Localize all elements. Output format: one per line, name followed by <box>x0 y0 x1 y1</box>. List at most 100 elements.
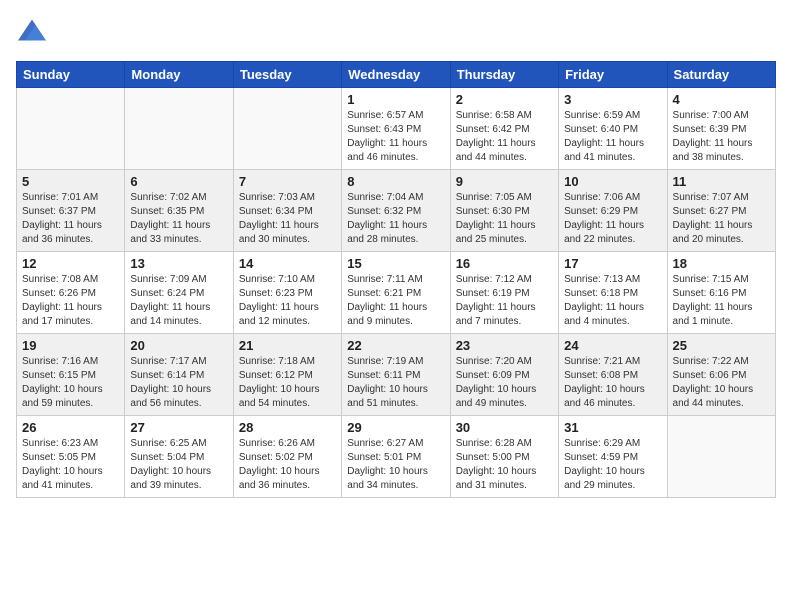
calendar-week-row: 1 Sunrise: 6:57 AM Sunset: 6:43 PM Daylig… <box>17 88 776 170</box>
calendar-cell: 27Sunrise: 6:25 AM Sunset: 5:04 PM Dayli… <box>125 416 233 498</box>
day-info: Sunrise: 7:05 AM Sunset: 6:30 PM Dayligh… <box>456 191 553 247</box>
day-info: Sunrise: 6:29 AM Sunset: 4:59 PM Dayligh… <box>564 437 661 493</box>
calendar-cell: 26Sunrise: 6:23 AM Sunset: 5:05 PM Dayli… <box>17 416 125 498</box>
day-info: Sunrise: 6:28 AM Sunset: 5:00 PM Dayligh… <box>456 437 553 493</box>
calendar-cell: 22Sunrise: 7:19 AM Sunset: 6:11 PM Dayli… <box>342 334 450 416</box>
day-number: 8 <box>347 174 444 189</box>
weekday-header: Wednesday <box>342 62 450 88</box>
calendar-cell: 17 Sunrise: 7:13 AM Sunset: 6:18 PM Dayli… <box>559 252 667 334</box>
calendar-cell: 14 Sunrise: 7:10 AM Sunset: 6:23 PM Dayli… <box>233 252 341 334</box>
day-number: 1 <box>347 92 444 107</box>
day-number: 23 <box>456 338 553 353</box>
day-number: 20 <box>130 338 227 353</box>
calendar-cell <box>233 88 341 170</box>
day-info: Sunrise: 7:11 AM Sunset: 6:21 PM Dayligh… <box>347 273 444 329</box>
day-info: Sunrise: 7:08 AM Sunset: 6:26 PM Dayligh… <box>22 273 119 329</box>
day-number: 3 <box>564 92 661 107</box>
day-number: 28 <box>239 420 336 435</box>
calendar-cell: 19 Sunrise: 7:16 AM Sunset: 6:15 PM Dayli… <box>17 334 125 416</box>
calendar-cell: 24 Sunrise: 7:21 AM Sunset: 6:08 PM Dayli… <box>559 334 667 416</box>
day-info: Sunrise: 7:15 AM Sunset: 6:16 PM Dayligh… <box>673 273 770 329</box>
weekday-header: Saturday <box>667 62 775 88</box>
day-number: 21 <box>239 338 336 353</box>
calendar-cell: 25 Sunrise: 7:22 AM Sunset: 6:06 PM Dayli… <box>667 334 775 416</box>
day-number: 22 <box>347 338 444 353</box>
day-info: Sunrise: 7:20 AM Sunset: 6:09 PM Dayligh… <box>456 355 553 411</box>
calendar-cell: 28 Sunrise: 6:26 AM Sunset: 5:02 PM Dayli… <box>233 416 341 498</box>
day-info: Sunrise: 6:26 AM Sunset: 5:02 PM Dayligh… <box>239 437 336 493</box>
header <box>16 16 776 49</box>
day-info: Sunrise: 6:23 AM Sunset: 5:05 PM Dayligh… <box>22 437 119 493</box>
calendar-cell <box>17 88 125 170</box>
calendar-cell: 5 Sunrise: 7:01 AM Sunset: 6:37 PM Daylig… <box>17 170 125 252</box>
day-info: Sunrise: 7:13 AM Sunset: 6:18 PM Dayligh… <box>564 273 661 329</box>
day-info: Sunrise: 7:00 AM Sunset: 6:39 PM Dayligh… <box>673 109 770 165</box>
calendar-cell: 12 Sunrise: 7:08 AM Sunset: 6:26 PM Dayli… <box>17 252 125 334</box>
day-number: 16 <box>456 256 553 271</box>
calendar-cell: 2 Sunrise: 6:58 AM Sunset: 6:42 PM Daylig… <box>450 88 558 170</box>
day-info: Sunrise: 6:27 AM Sunset: 5:01 PM Dayligh… <box>347 437 444 493</box>
day-number: 9 <box>456 174 553 189</box>
day-info: Sunrise: 7:06 AM Sunset: 6:29 PM Dayligh… <box>564 191 661 247</box>
calendar-week-row: 26Sunrise: 6:23 AM Sunset: 5:05 PM Dayli… <box>17 416 776 498</box>
logo <box>16 16 46 49</box>
weekday-header: Monday <box>125 62 233 88</box>
calendar-cell: 30 Sunrise: 6:28 AM Sunset: 5:00 PM Dayli… <box>450 416 558 498</box>
day-info: Sunrise: 7:10 AM Sunset: 6:23 PM Dayligh… <box>239 273 336 329</box>
day-number: 19 <box>22 338 119 353</box>
day-info: Sunrise: 7:03 AM Sunset: 6:34 PM Dayligh… <box>239 191 336 247</box>
day-number: 4 <box>673 92 770 107</box>
calendar-cell: 16Sunrise: 7:12 AM Sunset: 6:19 PM Dayli… <box>450 252 558 334</box>
calendar-cell: 13Sunrise: 7:09 AM Sunset: 6:24 PM Dayli… <box>125 252 233 334</box>
day-number: 17 <box>564 256 661 271</box>
calendar-week-row: 19 Sunrise: 7:16 AM Sunset: 6:15 PM Dayli… <box>17 334 776 416</box>
day-number: 31 <box>564 420 661 435</box>
day-number: 29 <box>347 420 444 435</box>
day-number: 14 <box>239 256 336 271</box>
day-number: 12 <box>22 256 119 271</box>
day-number: 15 <box>347 256 444 271</box>
day-number: 30 <box>456 420 553 435</box>
day-info: Sunrise: 7:02 AM Sunset: 6:35 PM Dayligh… <box>130 191 227 247</box>
calendar-cell: 23 Sunrise: 7:20 AM Sunset: 6:09 PM Dayli… <box>450 334 558 416</box>
weekday-header: Thursday <box>450 62 558 88</box>
day-number: 25 <box>673 338 770 353</box>
day-info: Sunrise: 7:16 AM Sunset: 6:15 PM Dayligh… <box>22 355 119 411</box>
calendar-cell: 31 Sunrise: 6:29 AM Sunset: 4:59 PM Dayli… <box>559 416 667 498</box>
calendar: SundayMondayTuesdayWednesdayThursdayFrid… <box>16 61 776 498</box>
calendar-cell: 9 Sunrise: 7:05 AM Sunset: 6:30 PM Daylig… <box>450 170 558 252</box>
day-info: Sunrise: 7:21 AM Sunset: 6:08 PM Dayligh… <box>564 355 661 411</box>
calendar-cell: 6 Sunrise: 7:02 AM Sunset: 6:35 PM Daylig… <box>125 170 233 252</box>
day-info: Sunrise: 7:04 AM Sunset: 6:32 PM Dayligh… <box>347 191 444 247</box>
main-container: SundayMondayTuesdayWednesdayThursdayFrid… <box>0 0 792 506</box>
calendar-week-row: 12 Sunrise: 7:08 AM Sunset: 6:26 PM Dayli… <box>17 252 776 334</box>
day-number: 10 <box>564 174 661 189</box>
day-info: Sunrise: 7:17 AM Sunset: 6:14 PM Dayligh… <box>130 355 227 411</box>
day-number: 5 <box>22 174 119 189</box>
day-info: Sunrise: 6:57 AM Sunset: 6:43 PM Dayligh… <box>347 109 444 165</box>
day-info: Sunrise: 6:59 AM Sunset: 6:40 PM Dayligh… <box>564 109 661 165</box>
calendar-cell: 1 Sunrise: 6:57 AM Sunset: 6:43 PM Daylig… <box>342 88 450 170</box>
day-info: Sunrise: 7:01 AM Sunset: 6:37 PM Dayligh… <box>22 191 119 247</box>
day-info: Sunrise: 7:18 AM Sunset: 6:12 PM Dayligh… <box>239 355 336 411</box>
calendar-cell: 4 Sunrise: 7:00 AM Sunset: 6:39 PM Daylig… <box>667 88 775 170</box>
day-info: Sunrise: 6:58 AM Sunset: 6:42 PM Dayligh… <box>456 109 553 165</box>
calendar-cell: 7Sunrise: 7:03 AM Sunset: 6:34 PM Daylig… <box>233 170 341 252</box>
calendar-cell: 8 Sunrise: 7:04 AM Sunset: 6:32 PM Daylig… <box>342 170 450 252</box>
calendar-cell: 3 Sunrise: 6:59 AM Sunset: 6:40 PM Daylig… <box>559 88 667 170</box>
calendar-week-row: 5 Sunrise: 7:01 AM Sunset: 6:37 PM Daylig… <box>17 170 776 252</box>
calendar-cell <box>667 416 775 498</box>
day-number: 27 <box>130 420 227 435</box>
day-number: 2 <box>456 92 553 107</box>
weekday-header: Friday <box>559 62 667 88</box>
day-info: Sunrise: 7:22 AM Sunset: 6:06 PM Dayligh… <box>673 355 770 411</box>
calendar-cell: 18 Sunrise: 7:15 AM Sunset: 6:16 PM Dayli… <box>667 252 775 334</box>
weekday-header: Sunday <box>17 62 125 88</box>
day-info: Sunrise: 7:09 AM Sunset: 6:24 PM Dayligh… <box>130 273 227 329</box>
weekday-header-row: SundayMondayTuesdayWednesdayThursdayFrid… <box>17 62 776 88</box>
calendar-cell: 29 Sunrise: 6:27 AM Sunset: 5:01 PM Dayli… <box>342 416 450 498</box>
day-number: 6 <box>130 174 227 189</box>
day-number: 24 <box>564 338 661 353</box>
calendar-cell: 20 Sunrise: 7:17 AM Sunset: 6:14 PM Dayli… <box>125 334 233 416</box>
day-number: 18 <box>673 256 770 271</box>
